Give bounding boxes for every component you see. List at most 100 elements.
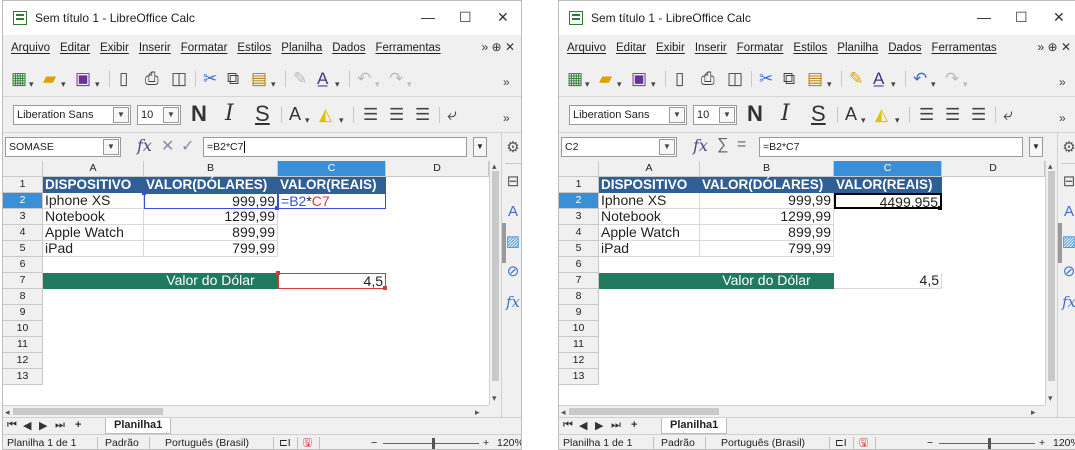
zoom-level[interactable]: 120% [497, 435, 521, 449]
row-header[interactable]: 12 [559, 353, 599, 369]
scroll-right-icon[interactable]: ▸ [1031, 407, 1036, 417]
select-all-corner[interactable] [559, 161, 599, 177]
minimize-icon[interactable]: — [421, 9, 435, 25]
row-header[interactable]: 11 [559, 337, 599, 353]
clear-dropdown-icon[interactable]: ▾ [891, 74, 896, 94]
row-header[interactable]: 5 [3, 241, 43, 257]
cell-a7[interactable] [43, 273, 144, 289]
print-preview-icon[interactable]: ◫ [727, 69, 743, 89]
paste-icon[interactable]: ▤ [251, 69, 267, 89]
column-header-d[interactable]: D [386, 161, 489, 177]
sheet-tab-planilha1[interactable]: Planilha1 [105, 418, 172, 434]
scroll-left-icon[interactable]: ◂ [5, 407, 10, 417]
next-sheet-icon[interactable]: ▶ [39, 419, 47, 432]
maximize-icon[interactable]: ☐ [1015, 9, 1028, 26]
row-header[interactable]: 8 [559, 289, 599, 305]
menu-arquivo[interactable]: Arquivo [567, 42, 606, 54]
cell-b5[interactable]: 799,99 [700, 241, 834, 257]
row-header[interactable]: 1 [3, 177, 43, 193]
menu-estilos[interactable]: Estilos [793, 42, 827, 54]
select-all-corner[interactable] [3, 161, 43, 177]
horizontal-scrollbar[interactable]: ◂ ▸ [559, 405, 1045, 417]
menu-overflow-icon[interactable]: » ⊕ ✕ [482, 40, 515, 54]
menu-editar[interactable]: Editar [60, 42, 90, 54]
cell-b3[interactable]: 1299,99 [700, 209, 834, 225]
cell-a1[interactable]: DISPOSITIVO [43, 177, 144, 193]
open-folder-icon[interactable]: ▰ [599, 69, 612, 89]
paste-dropdown-icon[interactable]: ▾ [271, 74, 276, 94]
zoom-knob[interactable] [988, 438, 991, 449]
clear-formatting-icon[interactable]: A̲ [873, 69, 884, 89]
cell-a7[interactable] [599, 273, 700, 289]
menu-planilha[interactable]: Planilha [837, 42, 878, 54]
paste-dropdown-icon[interactable]: ▾ [827, 74, 832, 94]
print-icon[interactable]: ⎙ [701, 69, 715, 89]
styles-icon[interactable]: A [1060, 203, 1075, 221]
add-sheet-icon[interactable]: + [75, 419, 81, 431]
font-size-box[interactable]: 10 ▼ [693, 105, 737, 125]
align-center-icon[interactable]: ☰ [389, 105, 404, 125]
row-header[interactable]: 2 [559, 193, 599, 209]
scroll-thumb[interactable] [1048, 171, 1055, 381]
name-box[interactable]: C2 ▼ [561, 137, 677, 157]
font-size-box[interactable]: 10 ▼ [137, 105, 181, 125]
chevron-down-icon[interactable]: ▼ [669, 107, 685, 123]
row-header[interactable]: 4 [559, 225, 599, 241]
accept-icon[interactable]: ✓ [181, 136, 194, 156]
row-header[interactable]: 3 [3, 209, 43, 225]
ref-handle[interactable] [275, 206, 279, 210]
cell-a5[interactable]: iPad [43, 241, 144, 257]
clone-formatting-icon[interactable]: ✎ [293, 69, 307, 89]
scroll-thumb[interactable] [492, 171, 499, 381]
column-header-b[interactable]: B [144, 161, 278, 177]
wrap-text-icon[interactable]: ⤶ [447, 105, 457, 125]
row-header[interactable]: 11 [3, 337, 43, 353]
font-name-box[interactable]: Liberation Sans ▼ [569, 105, 687, 125]
toolbar-overflow-icon[interactable]: » [1059, 72, 1066, 92]
name-box[interactable]: SOMASE ▼ [5, 137, 121, 157]
function-wizard-icon[interactable]: fx [137, 136, 152, 155]
close-icon[interactable]: ✕ [1053, 9, 1065, 26]
cut-icon[interactable]: ✂ [203, 69, 217, 89]
cell-c2-selected[interactable]: 4499,955 [834, 193, 942, 210]
status-language[interactable]: Português (Brasil) [165, 435, 249, 449]
cell-b4[interactable]: 899,99 [700, 225, 834, 241]
highlight-dropdown-icon[interactable]: ▾ [339, 110, 344, 130]
redo-dropdown-icon[interactable]: ▾ [963, 74, 968, 94]
font-color-dropdown-icon[interactable]: ▾ [305, 110, 310, 130]
row-header[interactable]: 7 [3, 273, 43, 289]
menu-arquivo[interactable]: Arquivo [11, 42, 50, 54]
row-header[interactable]: 1 [559, 177, 599, 193]
copy-icon[interactable]: ⧉ [227, 69, 239, 89]
chevron-down-icon[interactable]: ▼ [163, 107, 179, 123]
selection-mode-icon[interactable]: ⊏I [279, 435, 291, 449]
font-name-box[interactable]: Liberation Sans ▼ [13, 105, 131, 125]
new-spreadsheet-icon[interactable]: ▦ [567, 69, 583, 89]
highlight-color-icon[interactable]: ◭ [875, 105, 888, 125]
new-spreadsheet-icon[interactable]: ▦ [11, 69, 27, 89]
print-preview-icon[interactable]: ◫ [171, 69, 187, 89]
horizontal-scrollbar[interactable]: ◂ ▸ [3, 405, 489, 417]
cell-b1[interactable]: VALOR(DÓLARES) [144, 177, 278, 193]
highlight-dropdown-icon[interactable]: ▾ [895, 110, 900, 130]
cell-a3[interactable]: Notebook [43, 209, 144, 225]
menu-inserir[interactable]: Inserir [139, 42, 171, 54]
scroll-down-icon[interactable]: ▾ [492, 393, 497, 403]
menu-ferramentas[interactable]: Ferramentas [375, 42, 440, 54]
zoom-in-icon[interactable]: + [1039, 435, 1045, 449]
formula-input[interactable]: =B2*C7 [759, 137, 1023, 157]
cell-b7[interactable]: Valor do Dólar [144, 273, 278, 289]
menu-planilha[interactable]: Planilha [281, 42, 322, 54]
menu-exibir[interactable]: Exibir [656, 42, 685, 54]
column-header-d[interactable]: D [942, 161, 1045, 177]
cell-b2[interactable]: 999,99 [144, 193, 278, 209]
prev-sheet-icon[interactable]: ◀ [23, 419, 31, 432]
cell-a1[interactable]: DISPOSITIVO [599, 177, 700, 193]
menu-formatar[interactable]: Formatar [737, 42, 784, 54]
cell-c2-editing[interactable]: =B2*C7 [278, 193, 386, 209]
properties-icon[interactable]: ⊟ [1060, 173, 1075, 191]
cut-icon[interactable]: ✂ [759, 69, 773, 89]
minimize-icon[interactable]: — [977, 9, 991, 25]
open-dropdown-icon[interactable]: ▾ [617, 74, 622, 94]
vertical-scrollbar[interactable]: ▴ ▾ [1045, 161, 1057, 405]
